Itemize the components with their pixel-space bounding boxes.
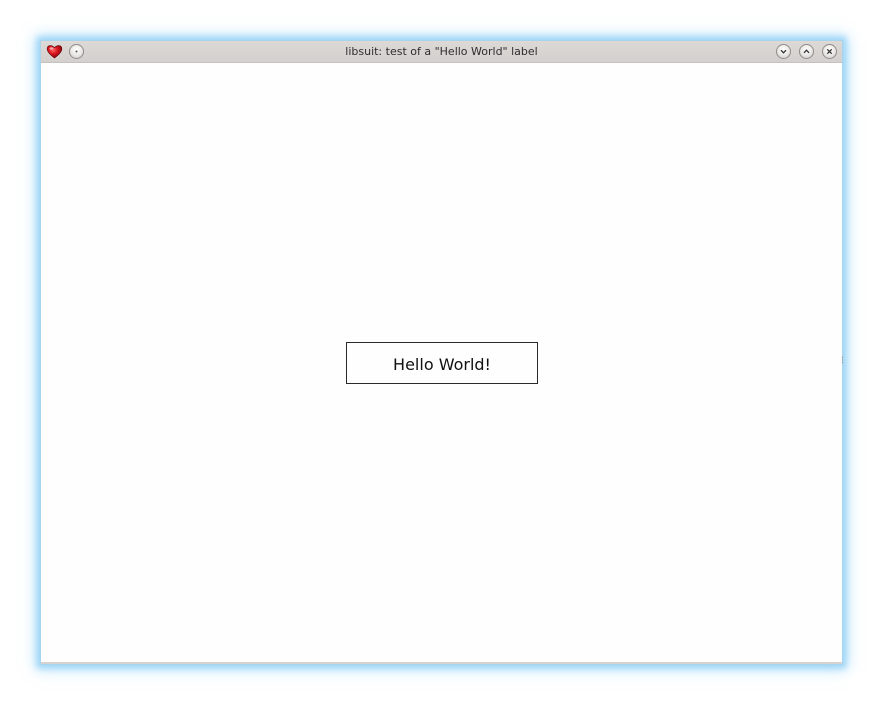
resize-grip[interactable] — [841, 349, 844, 364]
close-icon — [826, 48, 833, 55]
app-window: libsuit: test of a "Hello World" label H… — [40, 40, 844, 665]
close-button[interactable] — [822, 44, 837, 59]
window-title: libsuit: test of a "Hello World" label — [345, 45, 538, 58]
hello-world-label: Hello World! — [346, 342, 538, 384]
window-content: Hello World! — [41, 63, 842, 664]
chevron-down-icon — [780, 49, 787, 54]
minimize-button[interactable] — [776, 44, 791, 59]
titlebar[interactable]: libsuit: test of a "Hello World" label — [41, 41, 842, 63]
maximize-button[interactable] — [799, 44, 814, 59]
desktop: libsuit: test of a "Hello World" label H… — [0, 0, 884, 707]
window-bottom-border[interactable] — [41, 662, 842, 664]
chevron-up-icon — [803, 49, 810, 54]
